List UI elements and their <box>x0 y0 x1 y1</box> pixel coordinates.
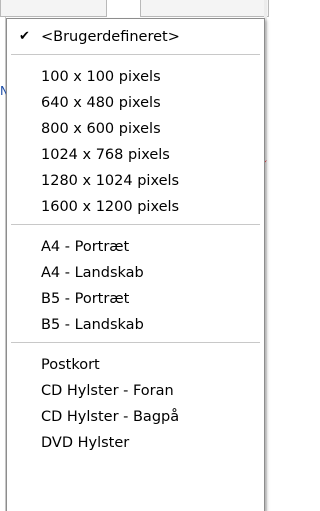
menu-item-cd-front[interactable]: CD Hylster - Foran <box>7 378 264 404</box>
menu-item-b5-landscape[interactable]: B5 - Landskab <box>7 312 264 338</box>
menu-item-label: CD Hylster - Foran <box>41 383 174 399</box>
menu-item-label: 800 x 600 pixels <box>41 121 161 137</box>
menu-group-pixels: 100 x 100 pixels 640 x 480 pixels 800 x … <box>7 59 264 220</box>
menu-item-custom[interactable]: ✔ <Brugerdefineret> <box>7 24 264 50</box>
menu-item-label: A4 - Portræt <box>41 239 130 255</box>
menu-group-paper: A4 - Portræt A4 - Landskab B5 - Portræt … <box>7 229 264 338</box>
menu-item-postcard[interactable]: Postkort <box>7 352 264 378</box>
menu-group-custom: ✔ <Brugerdefineret> <box>7 19 264 50</box>
menu-item-label: B5 - Landskab <box>41 317 144 333</box>
menu-item-640x480[interactable]: 640 x 480 pixels <box>7 90 264 116</box>
menu-item-label: <Brugerdefineret> <box>41 29 180 45</box>
menu-item-cd-back[interactable]: CD Hylster - Bagpå <box>7 404 264 430</box>
menu-item-label: A4 - Landskab <box>41 265 144 281</box>
menu-item-label: 640 x 480 pixels <box>41 95 161 111</box>
menu-item-label: 1280 x 1024 pixels <box>41 173 180 189</box>
checkmark-icon: ✔ <box>19 29 30 44</box>
menu-item-1280x1024[interactable]: 1280 x 1024 pixels <box>7 168 264 194</box>
background-field-right <box>140 0 269 17</box>
menu-item-a4-landscape[interactable]: A4 - Landskab <box>7 260 264 286</box>
menu-group-media: Postkort CD Hylster - Foran CD Hylster -… <box>7 347 264 456</box>
menu-separator <box>11 54 260 56</box>
menu-item-label: CD Hylster - Bagpå <box>41 409 180 425</box>
menu-item-label: B5 - Portræt <box>41 291 130 307</box>
menu-item-a4-portrait[interactable]: A4 - Portræt <box>7 234 264 260</box>
menu-separator <box>11 342 260 344</box>
menu-item-dvd[interactable]: DVD Hylster <box>7 430 264 456</box>
menu-separator <box>11 224 260 226</box>
menu-item-label: DVD Hylster <box>41 435 130 451</box>
menu-item-b5-portrait[interactable]: B5 - Portræt <box>7 286 264 312</box>
page-size-dropdown-menu: ✔ <Brugerdefineret> 100 x 100 pixels 640… <box>6 18 265 511</box>
menu-item-label: 1024 x 768 pixels <box>41 147 170 163</box>
menu-item-label: 100 x 100 pixels <box>41 69 161 85</box>
menu-item-800x600[interactable]: 800 x 600 pixels <box>7 116 264 142</box>
menu-item-1600x1200[interactable]: 1600 x 1200 pixels <box>7 194 264 220</box>
menu-item-1024x768[interactable]: 1024 x 768 pixels <box>7 142 264 168</box>
menu-item-label: Postkort <box>41 357 100 373</box>
background-field-left <box>0 0 107 17</box>
menu-item-100x100[interactable]: 100 x 100 pixels <box>7 64 264 90</box>
menu-item-label: 1600 x 1200 pixels <box>41 199 180 215</box>
